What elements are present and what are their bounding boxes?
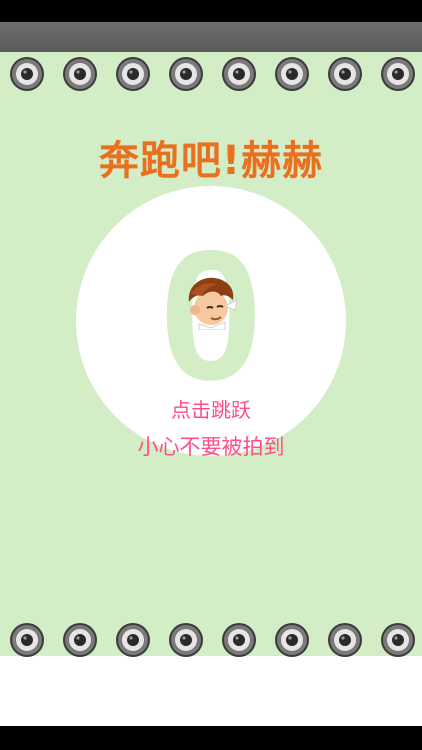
game-screen[interactable]: 奔跑吧!赫赫 0 点击跳跃 小心不要被拍到 (0, 0, 422, 750)
bottom-bar (0, 726, 422, 750)
game-title: 奔跑吧!赫赫 (98, 138, 324, 184)
camera-lens-icon (115, 622, 151, 658)
top-camera-row (0, 54, 422, 94)
camera-lens-icon (9, 622, 45, 658)
warning-hint: 小心不要被拍到 (137, 435, 285, 459)
camera-lens-icon (168, 56, 204, 92)
camera-lens-icon (380, 56, 416, 92)
camera-lens-icon (62, 56, 98, 92)
tap-to-jump-hint: 点击跳跃 (171, 398, 251, 422)
camera-lens-icon (327, 56, 363, 92)
camera-lens-icon (274, 56, 310, 92)
camera-lens-icon (221, 56, 257, 92)
camera-lens-icon (115, 56, 151, 92)
camera-lens-icon (168, 622, 204, 658)
camera-lens-icon (221, 622, 257, 658)
camera-lens-icon (62, 622, 98, 658)
top-bar (0, 0, 422, 22)
camera-lens-icon (327, 622, 363, 658)
camera-lens-icon (9, 56, 45, 92)
boy-head-icon (188, 277, 238, 330)
camera-lens-icon (380, 622, 416, 658)
bottom-ground (0, 656, 422, 726)
bottom-camera-row (0, 620, 422, 660)
camera-lens-icon (274, 622, 310, 658)
top-rail (0, 22, 422, 52)
